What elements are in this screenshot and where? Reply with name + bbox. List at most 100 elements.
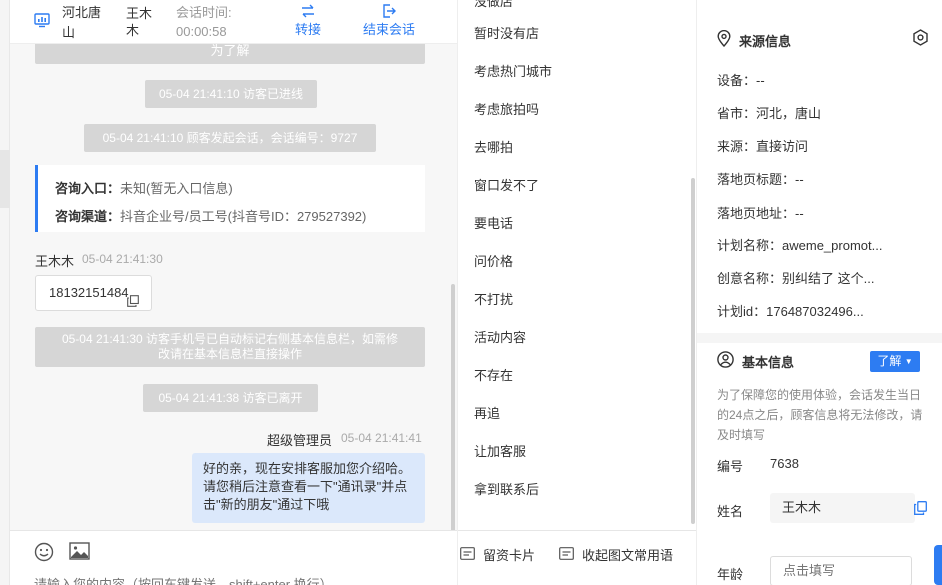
source-row-value: 直接访问 — [756, 139, 809, 154]
source-row-key: 创意名称： — [717, 271, 783, 286]
source-row-key: 计划名称： — [717, 238, 783, 253]
learn-more-button[interactable]: 了解 ▼ — [870, 351, 920, 372]
message-list[interactable]: 为了解 05-04 21:41:10 访客已进线 05-04 21:41:10 … — [10, 44, 457, 530]
lead-card-label: 留资卡片 — [483, 548, 536, 563]
quick-reply-item[interactable]: 考虑热门城市 — [474, 62, 552, 82]
source-row-key: 计划id： — [717, 304, 767, 319]
agent-message-bubble: 好的亲，现在安排客服加您介绍哈。 请您稍后注意查看一下"通讯录"并点 击"新的朋… — [192, 453, 425, 523]
transfer-icon — [286, 0, 330, 20]
source-row-value: 别纠结了 这个... — [782, 271, 875, 286]
session-time-value: 00:00:58 — [176, 24, 227, 39]
quick-reply-item[interactable]: 问价格 — [474, 252, 513, 272]
quick-reply-item[interactable]: 不打扰 — [474, 290, 513, 310]
system-message-phone-line-2: 改请在基本信息栏直接操作 — [157, 347, 302, 361]
system-message-phone-marked: 05-04 21:41:30 访客手机号已自动标记右侧基本信息栏，如需修 改请在… — [35, 327, 425, 367]
left-edge-strip — [0, 0, 10, 585]
consult-channel-value: 抖音企业号/员工号(抖音号ID：279527392) — [120, 209, 367, 224]
transfer-label: 转接 — [294, 22, 321, 37]
basic-info-title: 基本信息 — [717, 351, 794, 371]
source-row-device: 设备：-- — [717, 70, 765, 89]
collapse-phrases-button[interactable]: 收起图文常用语 — [559, 545, 673, 564]
name-field[interactable]: 王木木 — [770, 493, 915, 523]
section-divider — [697, 333, 942, 343]
basic-info-title-text: 基本信息 — [742, 354, 795, 370]
source-info-title-text: 来源信息 — [739, 33, 792, 49]
id-value: 7638 — [770, 456, 799, 471]
source-row-value: 河北，唐山 — [756, 106, 822, 121]
source-row-key: 设备： — [717, 73, 757, 88]
quick-reply-item[interactable]: 活动内容 — [474, 328, 526, 348]
consult-entry-row: 咨询入口：未知(暂无入口信息) — [55, 175, 425, 203]
hint-line-2: 的24点之后，顾客信息将无法修改，请 — [717, 408, 923, 422]
source-row-value: aweme_promot... — [782, 238, 883, 253]
source-row-landing-title: 落地页标题：-- — [717, 169, 804, 188]
source-row-value: -- — [756, 73, 765, 88]
lead-card-button[interactable]: 留资卡片 — [460, 545, 535, 564]
emoji-icon[interactable] — [34, 542, 54, 565]
source-row-landing-url: 落地页地址：-- — [717, 203, 804, 222]
source-row-key: 省市： — [717, 106, 757, 121]
source-row-key: 落地页标题： — [717, 172, 796, 187]
quick-reply-item[interactable]: 不存在 — [474, 366, 513, 386]
quick-reply-item[interactable]: 窗口发不了 — [474, 176, 539, 196]
system-message-enter: 05-04 21:41:10 访客已进线 — [145, 80, 317, 108]
quick-reply-footer: 留资卡片 收起图文常用语 — [458, 530, 696, 585]
end-session-button[interactable]: 结束会话 — [356, 0, 422, 44]
source-row-key: 来源： — [717, 139, 757, 154]
system-message-session-start: 05-04 21:41:10 顾客发起会话，会话编号：9727 — [84, 124, 376, 152]
message-composer — [10, 530, 457, 585]
quick-reply-item[interactable]: 再追 — [474, 404, 500, 424]
session-time-label: 会话时间: — [176, 5, 232, 20]
system-message-phone-line-1: 05-04 21:41:30 访客手机号已自动标记右侧基本信息栏，如需修 — [61, 332, 399, 346]
age-label: 年龄 — [717, 567, 744, 582]
agent-message-line-3: 击"新的朋友"通过下哦 — [203, 497, 330, 512]
agent-message-name: 超级管理员 — [267, 433, 333, 448]
quick-reply-item[interactable]: 拿到联系后 — [474, 480, 539, 500]
quick-reply-panel: 没做店 暂时没有店 考虑热门城市 考虑旅拍吗 去哪拍 窗口发不了 要电话 问价格… — [457, 0, 697, 585]
visitor-name-line-2: 木 — [126, 23, 140, 38]
learn-more-label: 了解 — [877, 354, 902, 368]
quick-reply-item[interactable]: 没做店 — [474, 0, 513, 12]
exit-icon — [356, 0, 422, 20]
consult-info-card: 咨询入口：未知(暂无入口信息) 咨询渠道：抖音企业号/员工号(抖音号ID：279… — [35, 165, 425, 232]
quick-reply-item[interactable]: 让加客服 — [474, 442, 526, 462]
source-row-value: 176487032496... — [766, 304, 864, 319]
hint-line-3: 及时填写 — [717, 428, 766, 442]
quick-reply-scrollbar[interactable] — [691, 178, 695, 524]
chat-panel: 河北唐 山 王木 木 会话时间: 00:00:58 转接 结束会话 为了解 05… — [10, 0, 457, 585]
consult-entry-value: 未知(暂无入口信息) — [120, 181, 233, 196]
settings-hex-icon[interactable] — [912, 29, 929, 49]
customer-info-panel: 来源信息 设备：-- 省市：河北，唐山 来源：直接访问 落地页标题：-- 落地页… — [697, 0, 942, 585]
copy-icon[interactable] — [127, 286, 139, 320]
quick-reply-item[interactable]: 暂时没有店 — [474, 24, 539, 44]
edge-marker — [0, 150, 10, 208]
visitor-message-time: 05-04 21:41:30 — [82, 252, 163, 266]
edit-deadline-hint: 为了保障您的使用体验，会话发生当日 的24点之后，顾客信息将无法修改，请 及时填… — [717, 385, 927, 445]
image-icon[interactable] — [69, 542, 90, 563]
hint-line-1: 为了保障您的使用体验，会话发生当日 — [717, 388, 922, 402]
message-input[interactable] — [34, 577, 434, 585]
chat-scrollbar[interactable] — [451, 284, 455, 530]
id-label: 编号 — [717, 459, 744, 474]
visitor-name-line-1: 王木 — [126, 6, 153, 21]
side-float-tab[interactable] — [934, 545, 942, 585]
visitor-phone-text: 18132151484 — [49, 285, 129, 300]
system-message-partial: 为了解 — [35, 44, 425, 64]
transfer-button[interactable]: 转接 — [286, 0, 330, 44]
monitor-chart-icon — [34, 12, 50, 28]
visitor-region: 河北唐 山 — [62, 3, 118, 43]
quick-reply-item[interactable]: 去哪拍 — [474, 138, 513, 158]
quick-reply-item[interactable]: 要电话 — [474, 214, 513, 234]
source-row-plan-id: 计划id：176487032496... — [717, 301, 864, 320]
quick-reply-item[interactable]: 考虑旅拍吗 — [474, 100, 539, 120]
source-row-province: 省市：河北，唐山 — [717, 103, 821, 122]
copy-name-icon[interactable] — [914, 501, 927, 518]
age-input[interactable] — [770, 556, 912, 585]
chat-header: 河北唐 山 王木 木 会话时间: 00:00:58 转接 结束会话 — [10, 0, 457, 44]
caret-down-icon: ▼ — [904, 357, 913, 366]
source-row-key: 落地页地址： — [717, 206, 796, 221]
consult-channel-row: 咨询渠道：抖音企业号/员工号(抖音号ID：279527392) — [55, 203, 425, 231]
agent-message-time: 05-04 21:41:41 — [341, 431, 422, 445]
consult-entry-label: 咨询入口： — [55, 181, 121, 196]
name-field-value: 王木木 — [782, 500, 822, 515]
